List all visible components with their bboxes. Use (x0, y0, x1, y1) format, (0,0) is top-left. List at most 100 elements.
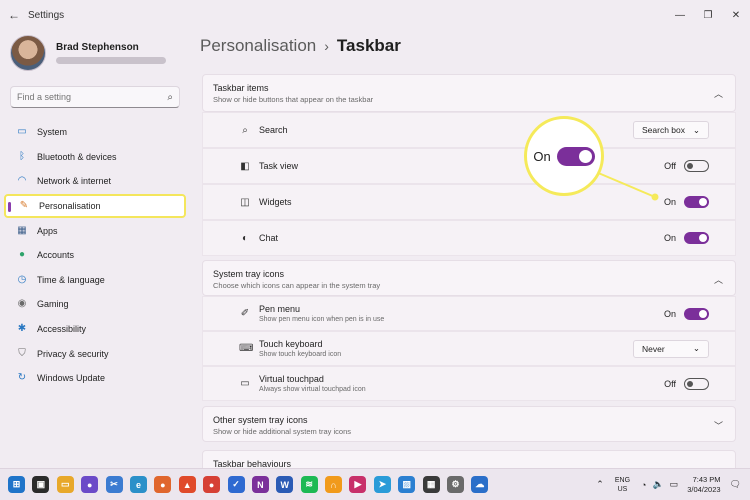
section-subtitle: Choose which icons can appear in the sys… (213, 281, 381, 290)
sidebar-nav: ▭ System ᛒ Bluetooth & devices ◠ Network & in… (4, 120, 186, 391)
sidebar-item-gaming[interactable]: ◉ Gaming (4, 292, 186, 317)
word-icon[interactable]: W (276, 476, 294, 493)
settings-gear-icon[interactable]: ⚙ (447, 476, 465, 493)
chevron-down-icon[interactable]: ﹀ (714, 419, 723, 432)
section-other-tray-icons[interactable]: Other system tray icons Show or hide add… (202, 406, 736, 442)
search-icon[interactable]: ⌕ (167, 92, 173, 103)
sidebar-item-label: Personalisation (39, 201, 101, 212)
breadcrumb-parent[interactable]: Personalisation (200, 36, 316, 55)
chevron-up-icon[interactable]: ︿ (714, 87, 723, 100)
shield-icon: ⛉ (18, 347, 26, 359)
setting-row-pen-menu[interactable]: ✐ Pen menu Show pen menu icon when pen is … (202, 296, 736, 331)
setting-row-chat[interactable]: ◐ Chat On (202, 220, 736, 256)
system-tray: ⌃ ENG US ◔ 🔈 ▭ 7:43 PM 3/04/2023 🗨 (593, 475, 744, 495)
snipping-tool-icon[interactable]: ✂ (105, 476, 123, 493)
spotify-icon[interactable]: ≋ (300, 476, 318, 493)
photos-icon[interactable]: ▨ (398, 476, 416, 493)
brush-icon: ✎ (19, 200, 29, 212)
close-icon[interactable]: ✕ (722, 10, 750, 21)
dropdown-select[interactable]: Search box ⌄ (633, 121, 709, 139)
windows-taskbar: ⊞ ▣ ▭ ● ✂ e ● ▲ ● ✓ N W ≋ ∩ ▶ ➤ ▨ ▦ ⚙ ☁ ⌃ ENG US ◔ 🔈 ▭ 7:43… (0, 468, 750, 500)
sidebar-item-system[interactable]: ▭ System (4, 120, 186, 145)
sidebar-item-bluetooth-devices[interactable]: ᛒ Bluetooth & devices (4, 145, 186, 170)
sidebar-item-label: Network & internet (37, 176, 112, 187)
setting-row-search[interactable]: ⌕ Search Search box ⌄ (202, 112, 736, 148)
toggle-switch[interactable] (684, 377, 709, 390)
chevron-up-icon[interactable]: ︿ (714, 273, 723, 286)
title-bar: ← Settings — ❐ ✕ (0, 0, 750, 30)
touchpad-icon: ▭ (240, 378, 250, 389)
store-icon[interactable]: ▦ (422, 476, 440, 493)
battery-icon[interactable]: ▭ (670, 479, 679, 490)
language-indicator[interactable]: ENG US (615, 476, 630, 494)
callout-label: On (533, 148, 551, 164)
section-taskbar-items[interactable]: Taskbar items Show or hide buttons that … (202, 74, 736, 112)
toggle-state-label: On (663, 308, 676, 319)
dropdown-select[interactable]: Never ⌄ (633, 339, 709, 358)
section-system-tray-icons[interactable]: System tray icons Choose which icons can… (202, 260, 736, 296)
search-input[interactable] (17, 92, 168, 102)
clock[interactable]: 7:43 PM 3/04/2023 (687, 475, 720, 495)
video-call-icon[interactable]: ● (81, 476, 99, 493)
toggle-switch[interactable] (684, 232, 709, 244)
edge-browser-icon[interactable]: e (129, 476, 147, 493)
setting-row-virtual-touchpad[interactable]: ▭ Virtual touchpad Always show virtual tou… (202, 366, 736, 401)
gamepad-icon: ◉ (17, 298, 27, 310)
toggle-switch[interactable] (684, 196, 709, 208)
accessibility-icon: ✱ (17, 323, 27, 335)
monitor-icon: ▭ (17, 126, 27, 138)
chevron-down-icon: ⌄ (692, 124, 700, 135)
toggle-switch[interactable] (684, 160, 709, 172)
setting-row-widgets[interactable]: ◫ Widgets On (202, 184, 736, 220)
page-title: Taskbar (336, 36, 401, 55)
windows-start-icon[interactable]: ⊞ (8, 476, 25, 493)
sidebar-item-time-language[interactable]: ◷ Time & language (4, 268, 186, 293)
todo-icon[interactable]: ✓ (227, 476, 245, 493)
onedrive-icon[interactable]: ☁ (471, 476, 489, 493)
setting-row-task-view[interactable]: ◧ Task view Off (202, 148, 736, 184)
section-title: Taskbar behaviours (213, 459, 292, 468)
toggle-state-label: On (663, 233, 676, 243)
media-player-icon[interactable]: ▶ (349, 476, 367, 493)
sidebar-item-label: Time & language (37, 274, 105, 285)
brave-browser-icon[interactable]: ▲ (178, 476, 196, 493)
onenote-icon[interactable]: N (251, 476, 269, 493)
task-view-icon[interactable]: ▣ (32, 476, 50, 493)
volume-icon[interactable]: 🔈 (652, 479, 663, 490)
callout-magnifier: On (524, 116, 604, 196)
sidebar-item-accessibility[interactable]: ✱ Accessibility (4, 317, 186, 342)
window-title: Settings (28, 9, 65, 21)
main-content: Personalisation › Taskbar Taskbar items Sh… (200, 30, 750, 468)
sidebar-item-accounts[interactable]: ● Accounts (4, 243, 186, 268)
file-explorer-icon[interactable]: ▭ (56, 476, 74, 493)
search-box[interactable]: ⌕ (10, 86, 180, 108)
firefox-icon[interactable]: ● (154, 476, 172, 493)
section-taskbar-behaviours[interactable]: Taskbar behaviours (202, 450, 736, 468)
telegram-icon[interactable]: ➤ (373, 476, 391, 493)
section-title: System tray icons (213, 269, 285, 279)
toggle-switch[interactable] (684, 307, 709, 320)
clock-date: 3/04/2023 (687, 484, 721, 494)
apps-icon: ▦ (17, 224, 27, 236)
user-profile[interactable]: Brad Stephenson (10, 35, 166, 71)
setting-row-touch-keyboard[interactable]: ⌨ Touch keyboard Show touch keyboard icon N… (202, 331, 736, 366)
toggle-state-label: On (663, 197, 676, 207)
avatar (10, 35, 46, 71)
wifi-icon[interactable]: ◔ (641, 480, 646, 490)
sidebar-item-privacy-security[interactable]: ⛉ Privacy & security (4, 341, 186, 366)
audible-icon[interactable]: ∩ (325, 476, 343, 493)
callout-toggle-enlarged (556, 146, 595, 166)
sidebar-item-personalisation[interactable]: ✎ Personalisation (4, 193, 186, 219)
toggle-state-label: Off (664, 161, 676, 171)
person-icon: ● (18, 249, 26, 261)
sidebar-item-network-internet[interactable]: ◠ Network & internet (4, 169, 186, 194)
sidebar-item-windows-update[interactable]: ↻ Windows Update (4, 366, 186, 391)
minimize-icon[interactable]: — (666, 10, 694, 21)
back-arrow-icon[interactable]: ← (0, 8, 28, 22)
restore-icon[interactable]: ❐ (694, 10, 722, 21)
sidebar-item-apps[interactable]: ▦ Apps (4, 218, 186, 243)
chrome-icon[interactable]: ● (203, 476, 221, 493)
tray-overflow-chevron-icon[interactable]: ⌃ (596, 479, 604, 490)
notification-icon[interactable]: 🗨 (730, 479, 741, 490)
sidebar-item-label: Accounts (37, 250, 75, 261)
